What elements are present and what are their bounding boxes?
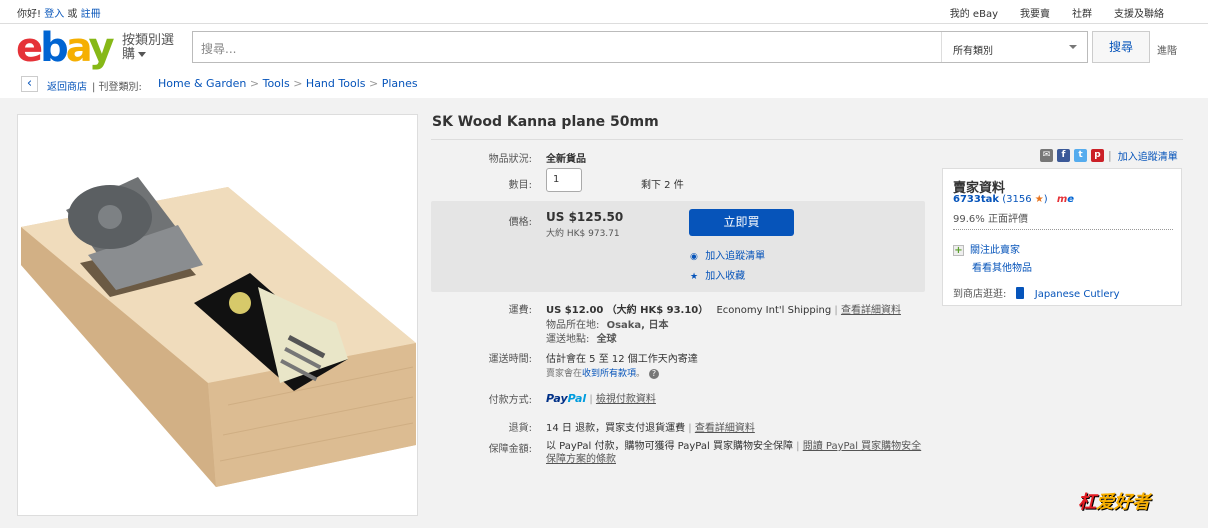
condition-label: 物品狀況:: [488, 154, 532, 165]
returns-details-link[interactable]: 查看詳細資料: [695, 423, 755, 434]
seller-name-row: 6733tak (3156 ★) me: [953, 194, 1075, 205]
breadcrumb-hand-tools[interactable]: Hand Tools: [306, 77, 366, 90]
facebook-icon[interactable]: f: [1057, 149, 1070, 162]
search-button[interactable]: 搜尋: [1092, 31, 1150, 63]
watermark-logo: 杠爱好者: [1078, 492, 1150, 513]
chevron-down-icon: [138, 52, 147, 57]
advanced-search-link[interactable]: 進階: [1157, 42, 1177, 57]
back-arrow-icon[interactable]: ‹: [21, 76, 38, 92]
seller-info-card: 賣家資料 6733tak (3156 ★) me 99.6% 正面評價 + 關注此…: [942, 168, 1182, 306]
twitter-icon[interactable]: t: [1074, 149, 1087, 162]
price-label: 價格:: [508, 217, 532, 228]
returns-label: 退貨:: [508, 423, 532, 434]
shop-by-category[interactable]: 按類別選購: [122, 34, 182, 62]
wood-plane-illustration: [21, 177, 416, 487]
help-icon[interactable]: ?: [649, 369, 660, 379]
back-to-store-link[interactable]: 返回商店: [47, 78, 87, 93]
shipping-label: 運費:: [508, 305, 532, 316]
signin-link[interactable]: 登入: [44, 9, 64, 20]
breadcrumb-planes[interactable]: Planes: [382, 77, 418, 90]
price-value: US $125.50: [546, 210, 624, 224]
share-bar: ✉ f t p | 加入追蹤清單: [1040, 148, 1178, 163]
delivery-value: 估計會在 5 至 12 個工作天內寄達: [546, 354, 698, 365]
greeting-text: 你好!: [17, 9, 42, 20]
delivery-label: 運送時間:: [488, 354, 532, 365]
my-ebay-link[interactable]: 我的 eBay: [950, 5, 998, 20]
dotted-divider: [953, 229, 1173, 230]
other-items-link[interactable]: 看看其他物品: [972, 259, 1032, 274]
store-icon: [1015, 287, 1024, 299]
pinterest-icon[interactable]: p: [1091, 149, 1104, 162]
sell-link[interactable]: 我要賣: [1020, 5, 1050, 20]
register-link[interactable]: 註冊: [81, 9, 101, 20]
star-icon: ★: [1034, 194, 1044, 205]
divider: [431, 139, 1183, 140]
store-name-link[interactable]: Japanese Cutlery: [1035, 289, 1120, 300]
chevron-down-icon: [1069, 45, 1077, 49]
delivery-note: 賣家會在收到所有款項。?: [546, 366, 660, 379]
header: ebay 按類別選購 搜尋... 所有類別 搜尋 進階: [0, 24, 1208, 70]
payment-details-link[interactable]: 檢視付款資料: [596, 394, 656, 405]
buy-now-button[interactable]: 立即買: [689, 209, 794, 236]
add-collection-link[interactable]: ★ 加入收藏: [690, 267, 745, 282]
visit-store-row: 到商店逛逛: Japanese Cutlery: [953, 287, 1120, 300]
category-select[interactable]: 所有類別: [941, 32, 1087, 62]
shipping-details-link[interactable]: 查看詳細資料: [841, 305, 901, 316]
returns-row: 14 日 退款，買家支付退貨運費 | 查看詳細資料: [546, 423, 755, 434]
item-title: SK Wood Kanna plane 50mm: [432, 114, 659, 130]
me-badge-icon: me: [1056, 194, 1075, 205]
breadcrumb-home-garden[interactable]: Home & Garden: [158, 77, 246, 90]
paypal-logo: PayPal: [546, 392, 587, 405]
product-image[interactable]: [17, 114, 418, 516]
add-watch-link[interactable]: ◉ 加入追蹤清單: [690, 247, 765, 262]
greeting: 你好! 登入 或 註冊: [17, 5, 101, 20]
shipping-row: US $12.00 （大約 HK$ 93.10） Economy Int'l S…: [546, 305, 901, 316]
breadcrumb-tools[interactable]: Tools: [263, 77, 290, 90]
ebay-logo[interactable]: ebay: [16, 28, 115, 68]
location-row: 物品所在地: Osaka, 日本: [546, 320, 669, 331]
payment-row: PayPal | 檢視付款資料: [546, 392, 656, 405]
community-link[interactable]: 社群: [1072, 5, 1092, 20]
star-icon: ★: [690, 272, 699, 282]
breadcrumb: ‹ 返回商店 | 刊登類別: Home & Garden > Tools > H…: [0, 70, 1208, 98]
plus-icon: +: [953, 245, 964, 256]
or-text: 或: [67, 9, 78, 20]
ships-to-row: 運送地點: 全球: [546, 334, 617, 345]
positive-feedback: 99.6% 正面評價: [953, 214, 1028, 225]
feedback-score[interactable]: (3156: [1002, 194, 1031, 205]
guarantee-label: 保障金額:: [488, 444, 532, 455]
quantity-remaining: 剩下 2 件: [641, 180, 684, 191]
search-bar: 搜尋... 所有類別: [192, 31, 1088, 63]
eye-icon: ◉: [690, 252, 698, 262]
quantity-label: 數目:: [508, 180, 532, 191]
add-to-watchlist-link[interactable]: 加入追蹤清單: [1118, 148, 1178, 163]
guarantee-row: 以 PayPal 付款，購物可獲得 PayPal 買家購物安全保障 | 閱讀 P…: [546, 441, 922, 465]
payment-label: 付款方式:: [488, 395, 532, 406]
payment-received-link[interactable]: 收到所有款項: [582, 369, 636, 379]
search-input[interactable]: 搜尋...: [201, 40, 236, 57]
follow-seller-link[interactable]: + 關注此賣家: [953, 241, 1020, 256]
help-contact-link[interactable]: 支援及聯絡: [1114, 5, 1164, 20]
quantity-input[interactable]: 1: [546, 168, 582, 192]
condition-value: 全新貨品: [546, 154, 586, 165]
seller-name-link[interactable]: 6733tak: [953, 194, 999, 205]
price-approx: 大約 HK$ 973.71: [546, 229, 620, 239]
listed-in-label: | 刊登類別:: [92, 82, 142, 93]
email-icon[interactable]: ✉: [1040, 149, 1053, 162]
top-bar: 你好! 登入 或 註冊 我的 eBay 我要賣 社群 支援及聯絡: [0, 0, 1208, 24]
